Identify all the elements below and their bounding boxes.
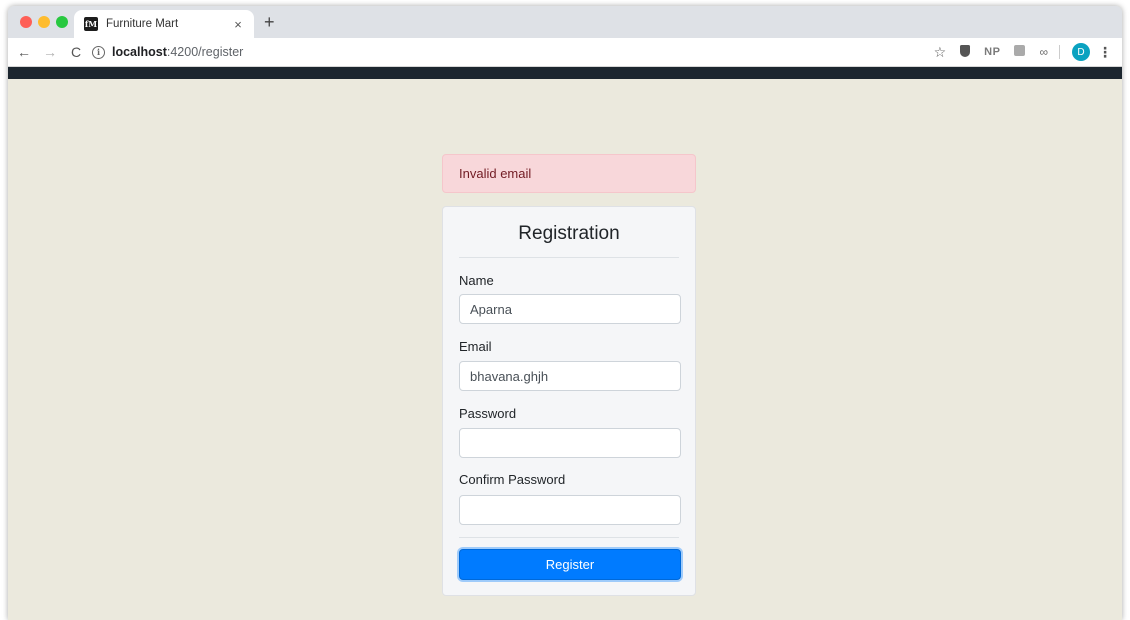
info-icon[interactable]: i [92,45,105,59]
register-button[interactable]: Register [459,549,681,580]
favicon-icon: fM [84,17,98,31]
shield-extension-icon[interactable] [960,44,971,60]
tab-close-icon[interactable]: × [230,17,246,32]
profile-avatar[interactable]: D [1072,43,1090,61]
name-input[interactable] [459,294,681,324]
confirm-password-input[interactable] [459,495,681,525]
box-extension-icon[interactable] [1014,45,1026,59]
address-bar[interactable]: i localhost:4200/register [92,41,927,63]
card-title: Registration [459,223,679,258]
close-window-button[interactable] [20,16,32,28]
tab-title: Furniture Mart [106,18,179,30]
back-button[interactable]: ← [14,44,34,60]
np-extension-icon[interactable]: NP [984,46,1000,58]
maximize-window-button[interactable] [56,16,68,28]
error-alert: Invalid email [442,154,696,193]
reload-button[interactable]: C [66,44,86,60]
browser-toolbar: ← → C i localhost:4200/register ☆ NP ∞ D… [8,38,1122,67]
browser-window: fM Furniture Mart × + ← → C i localhost:… [8,6,1122,620]
link-extension-icon[interactable]: ∞ [1039,45,1048,59]
password-label: Password [459,406,517,421]
alert-message: Invalid email [459,166,532,181]
name-label: Name [459,273,494,288]
new-tab-button[interactable]: + [264,12,275,32]
forward-button[interactable]: → [40,44,60,60]
email-input[interactable] [459,361,681,391]
minimize-window-button[interactable] [38,16,50,28]
password-input[interactable] [459,428,681,458]
tab-furniture-mart[interactable]: fM Furniture Mart × [74,10,254,38]
confirm-password-label: Confirm Password [459,472,566,487]
tab-strip: fM Furniture Mart × + [8,6,1122,38]
email-label: Email [459,339,492,354]
form-divider [459,537,679,538]
registration-card: Registration Name Email Password Confirm… [442,206,696,596]
bookmark-star-icon[interactable]: ☆ [934,44,947,61]
browser-menu-icon[interactable]: ⋮ [1098,44,1112,61]
app-navbar [8,67,1122,79]
toolbar-divider [1059,45,1060,59]
url-host: localhost [112,45,167,59]
url-path: :4200/register [166,45,244,59]
